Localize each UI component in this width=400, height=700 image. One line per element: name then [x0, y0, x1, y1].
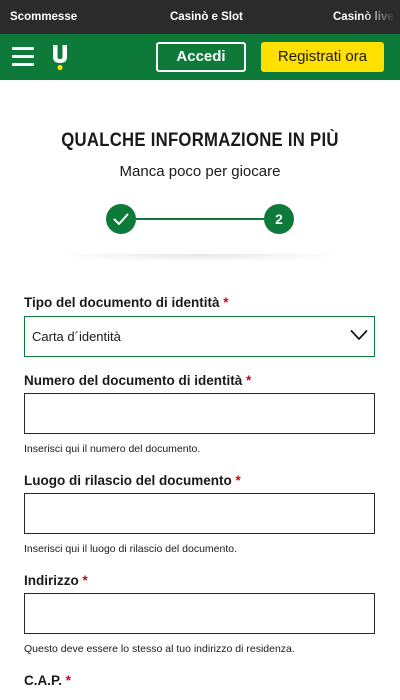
required-mark: * [246, 373, 252, 388]
login-button[interactable]: Accedi [156, 42, 246, 72]
chevron-down-icon [350, 330, 368, 340]
doc-number-input[interactable] [25, 394, 374, 433]
menu-icon[interactable] [12, 46, 34, 66]
step-1-completed [106, 204, 136, 234]
doc-place-hint: Inserisci qui il luogo di rilascio del d… [24, 543, 238, 555]
doc-number-field[interactable] [24, 393, 375, 434]
stepper-connector [136, 218, 264, 220]
required-mark: * [223, 295, 229, 310]
address-field[interactable] [24, 593, 375, 634]
cap-label: C.A.P. * [24, 673, 71, 688]
category-tabs-bar: Scommesse Casinò e Slot Casinò live [0, 0, 400, 34]
progress-stepper: 2 [106, 204, 294, 234]
doc-number-label: Numero del documento di identità * [24, 373, 251, 388]
required-mark: * [82, 573, 88, 588]
doc-place-field[interactable] [24, 493, 375, 534]
doc-type-label-text: Tipo del documento di identità [24, 295, 220, 310]
tab-casino-live[interactable]: Casinò live [333, 0, 394, 34]
check-icon [113, 213, 129, 225]
doc-type-label: Tipo del documento di identità * [24, 295, 229, 310]
page-subtitle: Manca poco per giocare [119, 163, 281, 180]
cap-label-text: C.A.P. [24, 673, 63, 688]
doc-number-label-text: Numero del documento di identità [24, 373, 243, 388]
doc-place-label-text: Luogo di rilascio del documento [24, 473, 232, 488]
tab-scommesse[interactable]: Scommesse [10, 0, 77, 34]
address-label-text: Indirizzo [24, 573, 79, 588]
register-button[interactable]: Registrati ora [261, 42, 384, 72]
brand-logo[interactable] [50, 43, 70, 71]
page-title: QUALCHE INFORMAZIONE IN PIÙ [61, 130, 339, 151]
section-divider [48, 254, 352, 262]
address-label: Indirizzo * [24, 573, 88, 588]
doc-number-hint: Inserisci qui il numero del documento. [24, 443, 201, 455]
site-header: Accedi Registrati ora [0, 34, 400, 80]
required-mark: * [235, 473, 241, 488]
doc-type-select[interactable]: Carta d´identità [24, 316, 375, 357]
doc-place-label: Luogo di rilascio del documento * [24, 473, 241, 488]
address-input[interactable] [25, 594, 374, 633]
tab-casino-slot[interactable]: Casinò e Slot [170, 0, 243, 34]
doc-place-input[interactable] [25, 494, 374, 533]
address-hint: Questo deve essere lo stesso al tuo indi… [24, 643, 295, 655]
doc-type-selected-value: Carta d´identità [32, 329, 121, 344]
step-2-current: 2 [264, 204, 294, 234]
required-mark: * [65, 673, 72, 688]
